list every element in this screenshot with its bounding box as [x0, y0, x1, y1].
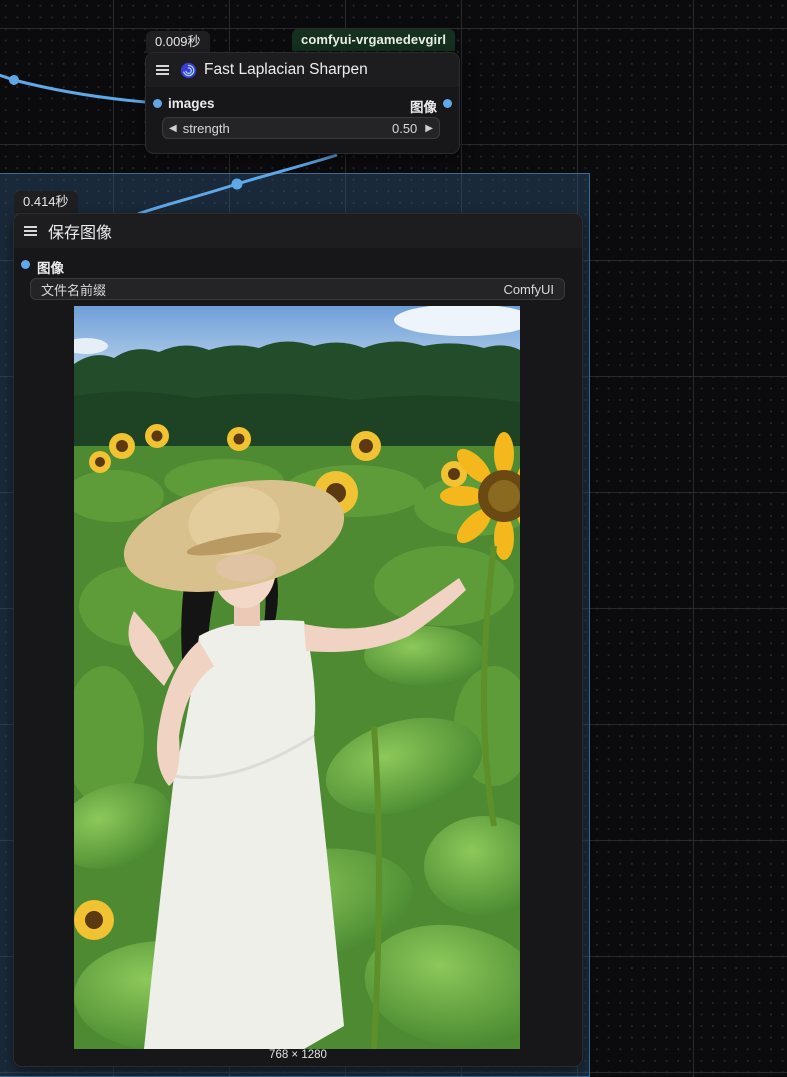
filename-prefix-field[interactable]: 文件名前缀 ComfyUI [30, 278, 565, 300]
image-dimensions-label: 768 × 1280 [269, 1049, 327, 1061]
output-slot-dot[interactable] [443, 99, 452, 108]
node-header[interactable]: Fast Laplacian Sharpen [146, 53, 459, 87]
save-image-node[interactable]: 保存图像 图像 文件名前缀 ComfyUI 768 × 1280 [14, 214, 582, 1066]
filename-prefix-value: ComfyUI [503, 281, 554, 297]
execution-time-badge: 0.009秒 [146, 31, 210, 53]
slot-row: images 图像 [146, 91, 459, 115]
link-wire-input[interactable] [0, 72, 158, 105]
strength-value: 0.50 [391, 120, 418, 136]
input-slot-dot[interactable] [153, 99, 162, 108]
strength-label: strength [182, 120, 230, 136]
increment-arrow-icon[interactable]: ▶ [425, 123, 433, 134]
node-title: Fast Laplacian Sharpen [204, 61, 368, 78]
decrement-arrow-icon[interactable]: ◀ [169, 123, 177, 134]
sunflower-photo-image [74, 306, 520, 1049]
input-slot-label: 图像 [37, 261, 64, 276]
input-slot-dot[interactable] [21, 260, 30, 269]
execution-time-badge: 0.414秒 [14, 191, 78, 213]
slot-row: 图像 [14, 252, 582, 276]
image-preview[interactable] [74, 306, 520, 1049]
swirl-icon [180, 62, 197, 78]
node-pack-badge: comfyui-vrgamedevgirl [292, 29, 456, 51]
filename-prefix-label: 文件名前缀 [41, 282, 107, 298]
link-reroute-dot[interactable] [9, 75, 19, 85]
strength-slider[interactable]: ◀ strength 0.50 ▶ [162, 117, 440, 139]
node-title: 保存图像 [48, 225, 113, 242]
link-midpoint-dot[interactable] [231, 178, 243, 190]
menu-icon[interactable] [156, 65, 169, 75]
input-slot-label: images [168, 96, 215, 111]
node-header[interactable]: 保存图像 [14, 214, 582, 248]
fast-laplacian-sharpen-node[interactable]: Fast Laplacian Sharpen images 图像 ◀ stren… [146, 53, 459, 153]
output-slot-label: 图像 [410, 100, 437, 115]
menu-icon[interactable] [24, 226, 37, 236]
